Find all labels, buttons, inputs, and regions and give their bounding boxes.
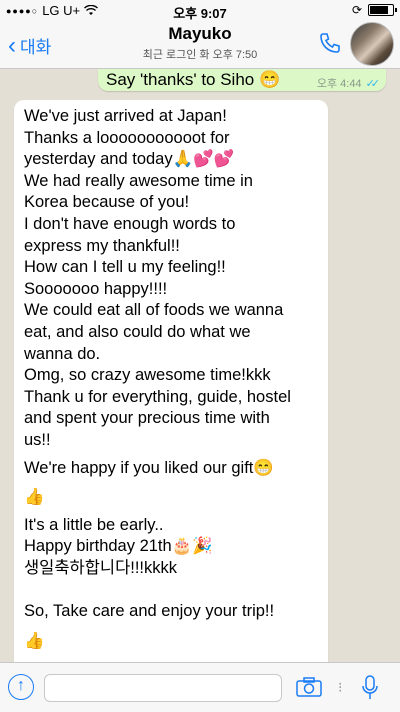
microphone-icon[interactable]: [360, 675, 380, 701]
message-line: Thank u for everything, guide, hostel: [24, 387, 291, 406]
message-line: yesterday and today🙏💕💕: [24, 150, 235, 169]
status-right: ⟳: [351, 3, 397, 17]
input-separator: ⁝: [338, 679, 343, 695]
message-line: 👍: [24, 631, 45, 650]
battery-icon: [368, 4, 397, 16]
message-line: So, Take care and enjoy your trip!!: [24, 602, 275, 621]
rotation-lock-icon: ⟳: [351, 3, 362, 17]
message-line: Thanks a looooooooooot for: [24, 128, 230, 147]
message-input[interactable]: [44, 674, 282, 702]
message-line: Happy birthday 21th🎂🎉: [24, 537, 213, 556]
chat-area[interactable]: Say 'thanks' to Siho 😁 오후 4:44 ✓✓ We've …: [0, 69, 400, 662]
phone-icon[interactable]: [318, 31, 342, 55]
message-line: us!!: [24, 430, 51, 449]
share-button[interactable]: ↑: [8, 674, 34, 700]
contact-name: Mayuko: [168, 24, 232, 43]
message-line: Korea because of you!: [24, 193, 190, 212]
message-line: 👍: [24, 488, 45, 507]
message-line: [24, 579, 322, 601]
message-line: Sooooooo happy!!!!: [24, 279, 168, 298]
message-line: I don't have enough words to: [24, 214, 236, 233]
back-button[interactable]: ‹ 대화: [8, 33, 51, 58]
chat-header: ‹ 대화 Mayuko 최근 로그인 화 오후 7:50: [0, 20, 400, 69]
outgoing-message[interactable]: Say 'thanks' to Siho 😁 오후 4:44 ✓✓: [98, 69, 386, 91]
message-line: How can I tell u my feeling!!: [24, 258, 226, 277]
upload-arrow-icon: ↑: [17, 677, 25, 694]
camera-icon[interactable]: [296, 677, 322, 697]
message-line: Omg, so crazy awesome time!kkk: [24, 366, 271, 385]
message-line: We've just arrived at Japan!: [24, 107, 227, 125]
read-receipt-icon: ✓✓: [365, 77, 381, 90]
message-line: We could eat all of foods we wanna: [24, 301, 284, 320]
contact-avatar[interactable]: [350, 22, 394, 66]
message-line: We had really awesome time in: [24, 171, 253, 190]
message-line: and spent your precious time with: [24, 409, 270, 428]
last-seen: 최근 로그인 화 오후 7:50: [142, 49, 258, 61]
back-label: 대화: [20, 38, 52, 57]
message-line: We're happy if you liked our gift😁: [24, 458, 274, 477]
outgoing-time: 오후 4:44: [316, 78, 362, 90]
incoming-message[interactable]: We've just arrived at Japan! Thanks a loo…: [14, 100, 328, 662]
incoming-text: We've just arrived at Japan! Thanks a loo…: [24, 106, 322, 652]
message-line: eat, and also could do what we: [24, 322, 251, 341]
contact-info[interactable]: Mayuko 최근 로그인 화 오후 7:50: [100, 24, 300, 62]
message-line: 생일축하합니다!!!kkkk: [24, 558, 178, 577]
chevron-left-icon: ‹: [8, 31, 16, 59]
message-line: wanna do.: [24, 344, 101, 363]
outgoing-text: Say 'thanks' to Siho 😁: [106, 70, 281, 89]
outgoing-meta: 오후 4:44 ✓✓: [316, 75, 381, 91]
message-line: express my thankful!!: [24, 236, 180, 255]
input-bar: ↑ ⁝: [0, 662, 400, 712]
status-bar: ●●●●○ LG U+ 오후 9:07 ⟳: [0, 0, 400, 21]
message-line: It's a little be early..: [24, 515, 164, 534]
